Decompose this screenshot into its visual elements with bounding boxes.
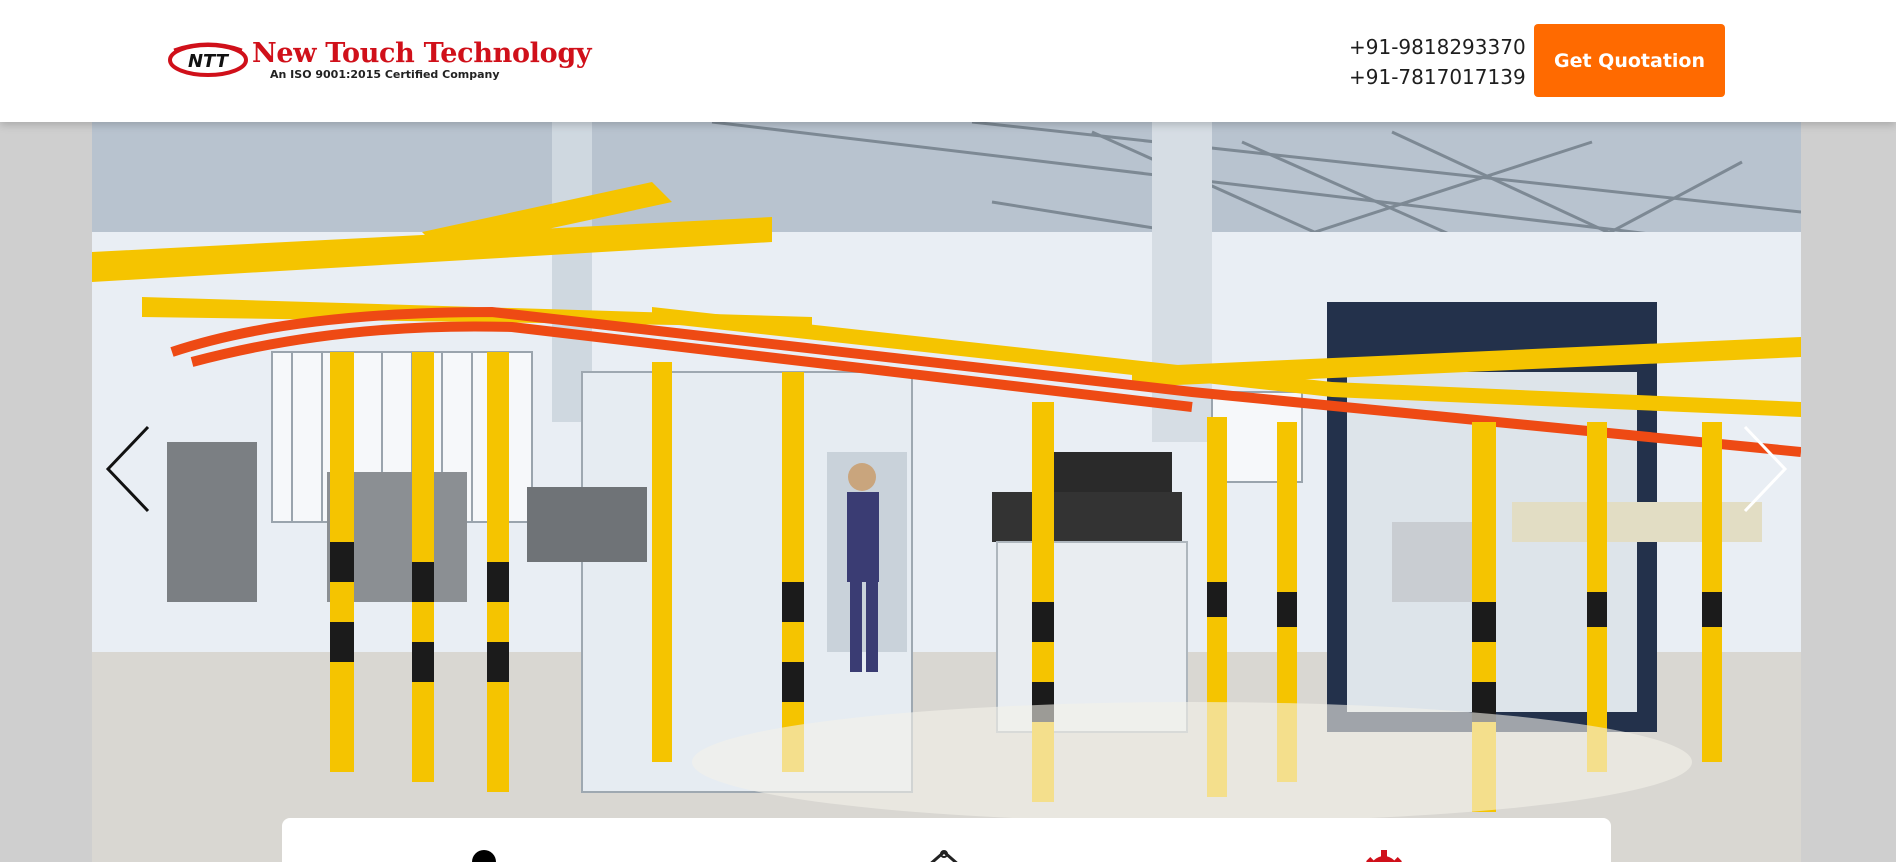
chevron-right-icon: [1743, 425, 1788, 513]
slider-prev-button[interactable]: [100, 419, 160, 519]
chevron-left-icon: [105, 425, 150, 513]
hero-slider: [92, 122, 1801, 862]
svg-text:NTT: NTT: [188, 51, 230, 72]
features-card: [282, 818, 1611, 862]
slide-image: [92, 122, 1801, 862]
person-icon: [472, 850, 496, 862]
company-logo[interactable]: NTT New Touch Technology An ISO 9001:201…: [168, 38, 592, 86]
contact-phones: +91-9818293370 +91-7817017139: [1349, 32, 1526, 92]
phone-number-1[interactable]: +91-9818293370: [1349, 32, 1526, 62]
slider-next-button[interactable]: [1733, 419, 1793, 519]
ntt-logo-badge: NTT: [168, 42, 248, 77]
hanger-icon: [930, 850, 958, 862]
get-quotation-button[interactable]: Get Quotation: [1534, 24, 1725, 97]
site-header: NTT New Touch Technology An ISO 9001:201…: [0, 0, 1896, 122]
gear-icon: [1366, 850, 1402, 862]
logo-title: New Touch Technology: [252, 38, 592, 69]
phone-number-2[interactable]: +91-7817017139: [1349, 62, 1526, 92]
logo-subtitle: An ISO 9001:2015 Certified Company: [270, 68, 500, 81]
